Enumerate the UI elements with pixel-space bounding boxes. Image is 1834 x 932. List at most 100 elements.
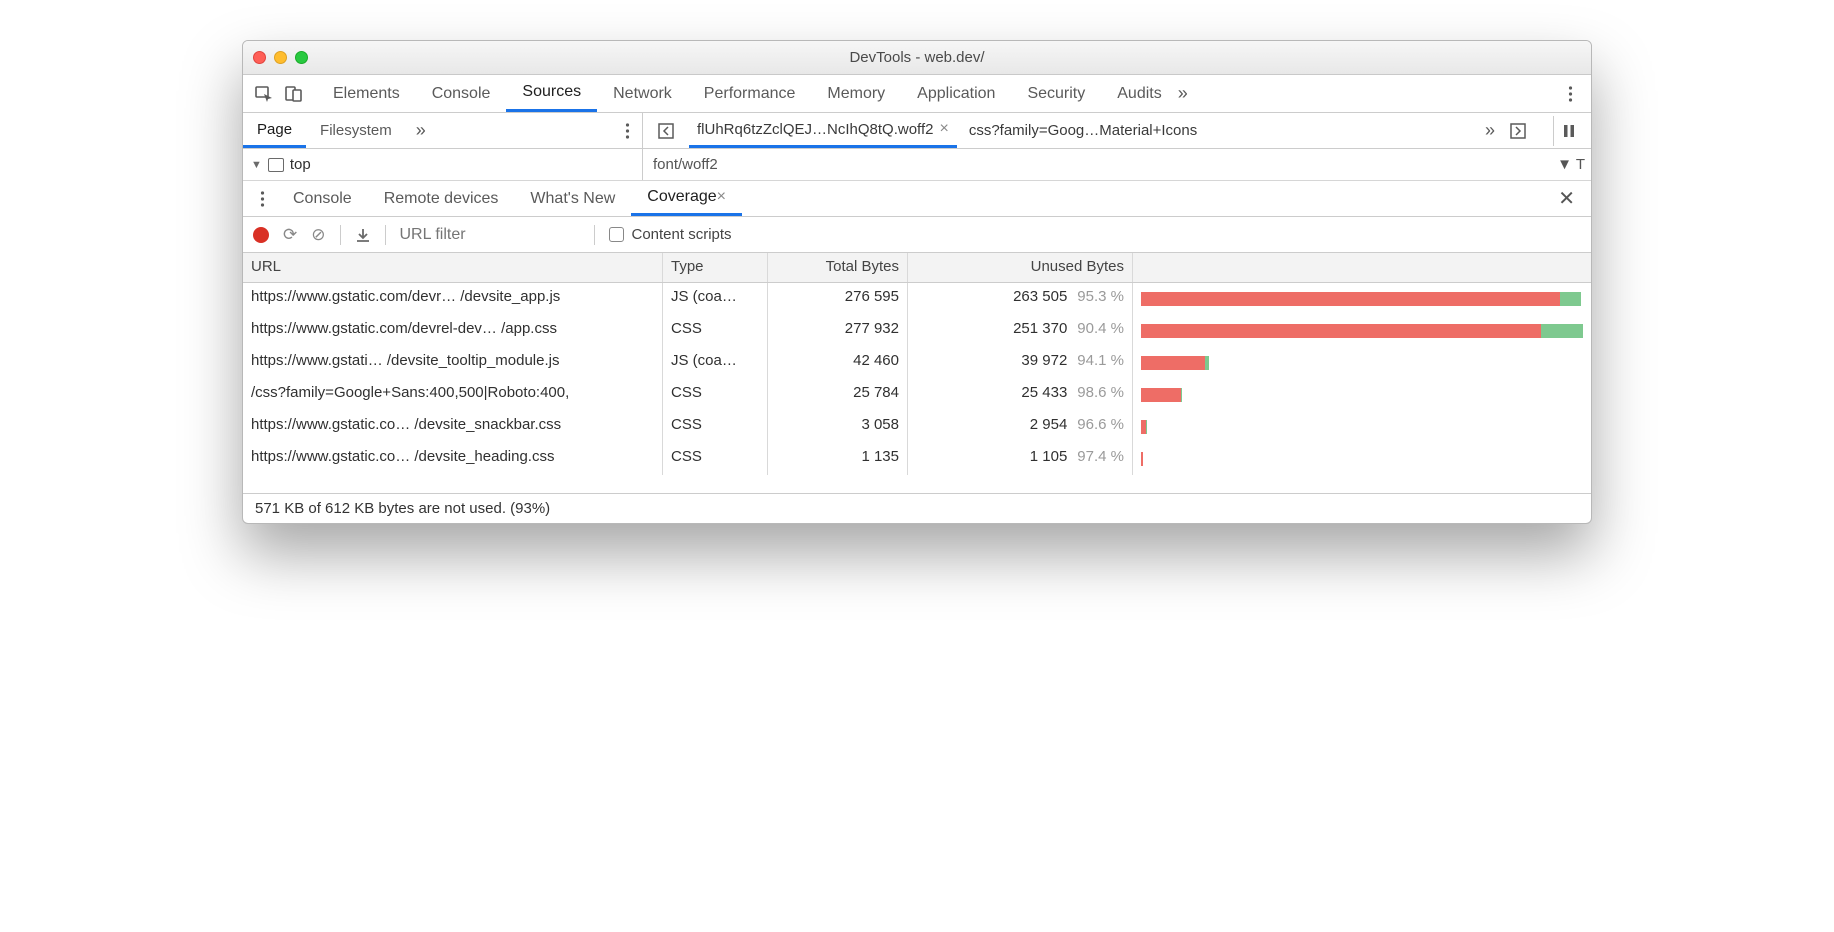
cell-bar (1133, 443, 1591, 475)
file-tab[interactable]: css?family=Goog…Material+Icons (961, 113, 1205, 148)
cell-type: JS (coa… (663, 347, 768, 379)
cell-total: 277 932 (768, 315, 908, 347)
frame-icon (268, 158, 284, 172)
col-url[interactable]: URL (243, 253, 663, 282)
coverage-toolbar: ⟳ ⊘ Content scripts (243, 217, 1591, 253)
cell-type: CSS (663, 379, 768, 411)
prev-file-icon[interactable] (651, 116, 681, 146)
titlebar: DevTools - web.dev/ (243, 41, 1591, 75)
drawer-tabbar: ConsoleRemote devicesWhat's NewCoverage … (243, 181, 1591, 217)
more-tabs-chevron-icon[interactable]: » (1178, 83, 1188, 104)
separator (594, 225, 595, 245)
close-icon[interactable]: × (717, 188, 726, 206)
cell-bar (1133, 283, 1591, 315)
preview-corner: ▼ T (1557, 156, 1585, 173)
table-row[interactable]: /css?family=Google+Sans:400,500|Roboto:4… (243, 379, 1591, 411)
cell-bar (1133, 315, 1591, 347)
col-visualization (1133, 253, 1591, 282)
pause-script-icon[interactable] (1553, 116, 1583, 146)
url-filter-input[interactable] (400, 226, 580, 244)
preview-text: font/woff2 (653, 156, 718, 173)
drawer-tab-what-s-new[interactable]: What's New (514, 181, 631, 216)
nav-pane: PageFilesystem » (243, 113, 643, 148)
cell-total: 1 135 (768, 443, 908, 475)
tab-memory[interactable]: Memory (811, 75, 901, 112)
inspect-element-icon[interactable] (249, 79, 279, 109)
cell-total: 25 784 (768, 379, 908, 411)
cell-unused: 25 43398.6 % (908, 379, 1133, 411)
frame-top-label: top (290, 156, 311, 173)
settings-kebab-icon[interactable] (1555, 79, 1585, 109)
editor-tabbar: flUhRq6tzZclQEJ…NcIhQ8tQ.woff2 × css?famil… (643, 113, 1591, 148)
frame-tree[interactable]: ▼ top (243, 149, 643, 180)
tab-performance[interactable]: Performance (688, 75, 812, 112)
cell-unused: 251 37090.4 % (908, 315, 1133, 347)
nav-kebab-icon[interactable] (612, 116, 642, 146)
col-type[interactable]: Type (663, 253, 768, 282)
checkbox-icon[interactable] (609, 227, 624, 242)
tab-audits[interactable]: Audits (1101, 75, 1177, 112)
table-row[interactable]: https://www.gstatic.co… /devsite_heading… (243, 443, 1591, 475)
cell-url: https://www.gstatic.com/devr… /devsite_a… (243, 283, 663, 315)
separator (385, 225, 386, 245)
drawer-tab-coverage[interactable]: Coverage × (631, 181, 742, 216)
table-row[interactable]: https://www.gstati… /devsite_tooltip_mod… (243, 347, 1591, 379)
coverage-status: 571 KB of 612 KB bytes are not used. (93… (243, 493, 1591, 523)
main-tabbar: ElementsConsoleSourcesNetworkPerformance… (243, 75, 1591, 113)
cell-unused: 39 97294.1 % (908, 347, 1133, 379)
cell-unused: 263 50595.3 % (908, 283, 1133, 315)
drawer-tab-remote-devices[interactable]: Remote devices (368, 181, 515, 216)
next-file-icon[interactable] (1503, 116, 1533, 146)
coverage-grid-body: https://www.gstatic.com/devr… /devsite_a… (243, 283, 1591, 493)
navtab-filesystem[interactable]: Filesystem (306, 113, 406, 148)
export-icon[interactable] (355, 227, 371, 243)
drawer-kebab-icon[interactable] (247, 184, 277, 214)
col-unused[interactable]: Unused Bytes (908, 253, 1133, 282)
editor-preview: font/woff2 ▼ T (643, 149, 1591, 180)
file-tab[interactable]: flUhRq6tzZclQEJ…NcIhQ8tQ.woff2 × (689, 113, 957, 148)
drawer-close-icon[interactable]: ✕ (1546, 186, 1587, 211)
record-icon[interactable] (253, 227, 269, 243)
cell-type: CSS (663, 315, 768, 347)
cell-type: JS (coa… (663, 283, 768, 315)
sources-subbar: PageFilesystem » flUhRq6tzZclQEJ…NcIhQ8t… (243, 113, 1591, 149)
cell-unused: 1 10597.4 % (908, 443, 1133, 475)
tab-elements[interactable]: Elements (317, 75, 416, 112)
cell-type: CSS (663, 411, 768, 443)
navtab-page[interactable]: Page (243, 113, 306, 148)
separator (340, 225, 341, 245)
device-toolbar-icon[interactable] (279, 79, 309, 109)
cell-total: 3 058 (768, 411, 908, 443)
table-row[interactable]: https://www.gstatic.com/devr… /devsite_a… (243, 283, 1591, 315)
drawer-tab-console[interactable]: Console (277, 181, 368, 216)
cell-total: 276 595 (768, 283, 908, 315)
tab-console[interactable]: Console (416, 75, 507, 112)
sources-row2: ▼ top font/woff2 ▼ T (243, 149, 1591, 181)
table-row[interactable]: https://www.gstatic.co… /devsite_snackba… (243, 411, 1591, 443)
clear-icon[interactable]: ⊘ (311, 225, 325, 245)
content-scripts-checkbox[interactable]: Content scripts (609, 226, 732, 243)
file-tab-label: flUhRq6tzZclQEJ…NcIhQ8tQ.woff2 (697, 121, 933, 138)
tab-application[interactable]: Application (901, 75, 1011, 112)
cell-url: https://www.gstatic.co… /devsite_snackba… (243, 411, 663, 443)
tab-sources[interactable]: Sources (506, 75, 597, 112)
cell-url: https://www.gstatic.co… /devsite_heading… (243, 443, 663, 475)
files-more-chevron-icon[interactable]: » (1485, 120, 1495, 141)
nav-more-chevron-icon[interactable]: » (406, 120, 436, 141)
col-total[interactable]: Total Bytes (768, 253, 908, 282)
cell-bar (1133, 347, 1591, 379)
cell-unused: 2 95496.6 % (908, 411, 1133, 443)
cell-url: https://www.gstatic.com/devrel-dev… /app… (243, 315, 663, 347)
cell-bar (1133, 411, 1591, 443)
cell-url: https://www.gstati… /devsite_tooltip_mod… (243, 347, 663, 379)
window-title: DevTools - web.dev/ (243, 49, 1591, 66)
table-row[interactable]: https://www.gstatic.com/devrel-dev… /app… (243, 315, 1591, 347)
reload-icon[interactable]: ⟳ (283, 225, 297, 245)
tab-network[interactable]: Network (597, 75, 688, 112)
close-icon[interactable]: × (939, 120, 948, 138)
coverage-grid-header: URL Type Total Bytes Unused Bytes (243, 253, 1591, 283)
status-text: 571 KB of 612 KB bytes are not used. (93… (255, 500, 550, 517)
tab-security[interactable]: Security (1011, 75, 1101, 112)
cell-type: CSS (663, 443, 768, 475)
expand-triangle-icon[interactable]: ▼ (251, 159, 262, 171)
